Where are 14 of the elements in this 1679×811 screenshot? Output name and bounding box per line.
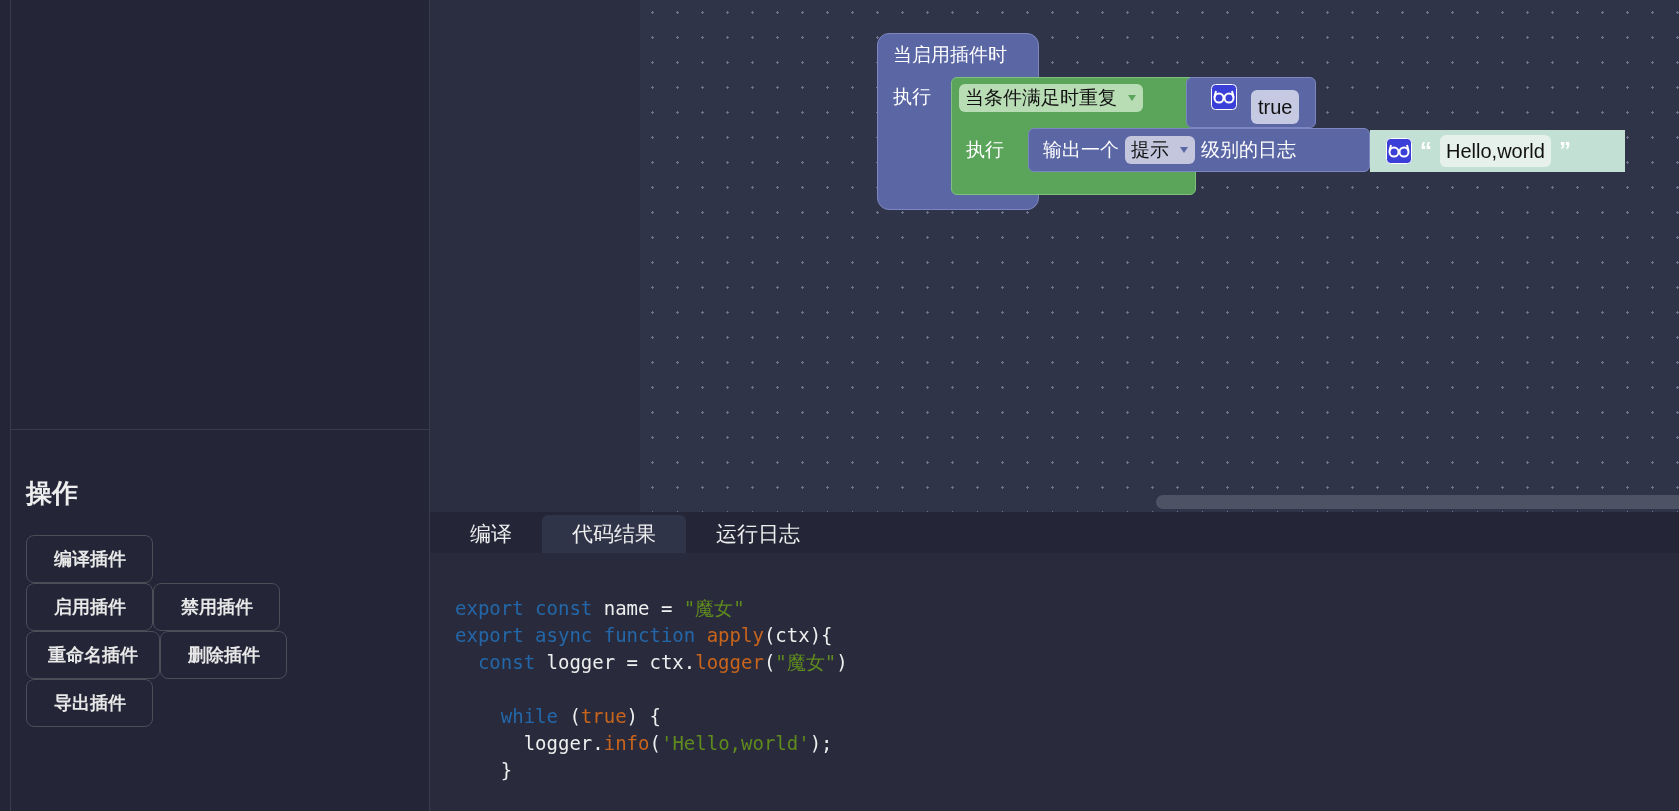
block-label: 执行 [966, 138, 1004, 162]
block-label: 输出一个 [1043, 137, 1119, 162]
block-title: 当启用插件时 [893, 43, 1007, 67]
code-line: logger.info('Hello,world'); [522, 731, 833, 756]
code-line: const logger = ctx.logger("魔女") [476, 650, 848, 675]
code-line: while (true) { [499, 704, 661, 729]
quote-mark: ” [1558, 136, 1571, 166]
code-line: export async function apply(ctx){ [455, 623, 833, 648]
code-line: } [499, 758, 513, 783]
code-line: export const name = "魔女" [455, 596, 745, 621]
block-label: 执行 [893, 85, 931, 109]
section-heading: 操作 [26, 477, 78, 510]
quote-mark: “ [1420, 136, 1432, 166]
block-label: 级别的日志 [1201, 137, 1296, 162]
